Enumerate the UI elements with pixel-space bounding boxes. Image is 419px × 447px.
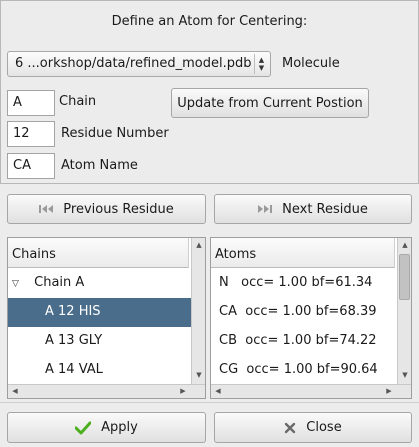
atom-row[interactable]: CA occ= 1.00 bf=68.39 (211, 298, 397, 327)
tree-row-a13-gly[interactable]: A 13 GLY (8, 327, 191, 356)
chains-horizontal-scrollbar[interactable]: ◀ ▶ (8, 384, 205, 398)
check-icon (75, 421, 92, 435)
scroll-down-icon[interactable]: ▼ (192, 368, 205, 382)
scroll-down-icon[interactable]: ▼ (398, 368, 411, 382)
action-separator (0, 402, 419, 403)
chains-tree[interactable]: Chains ▽ Chain A A 12 HIS A 13 GLY A 14 … (7, 237, 206, 399)
chains-column-header[interactable]: Chains (8, 238, 189, 268)
chain-input[interactable]: A (7, 90, 55, 116)
scroll-right-icon[interactable]: ▶ (176, 384, 190, 398)
next-residue-button[interactable]: Next Residue (214, 194, 412, 224)
previous-residue-label: Previous Residue (63, 201, 174, 217)
close-icon (284, 422, 296, 434)
next-icon (258, 204, 273, 214)
dialog-title: Define an Atom for Centering: (111, 14, 308, 29)
scroll-up-icon[interactable]: ▲ (192, 238, 205, 252)
next-residue-label: Next Residue (282, 201, 368, 217)
atoms-column-header[interactable]: Atoms (211, 238, 395, 268)
scroll-up-icon[interactable]: ▲ (398, 238, 411, 252)
update-button-label: Update from Current Postion (177, 95, 363, 111)
residue-label: A 13 GLY (45, 333, 103, 348)
scrollbar-thumb[interactable] (399, 254, 410, 300)
scroll-right-icon[interactable]: ▶ (382, 384, 396, 398)
residue-number-label: Residue Number (61, 126, 169, 141)
apply-label: Apply (101, 420, 138, 435)
atom-row[interactable]: CG occ= 1.00 bf=90.64 (211, 356, 397, 385)
molecule-combobox[interactable]: 6 ...orkshop/data/refined_model.pdb ▲ ▼ (7, 51, 271, 77)
tree-row-chain-a[interactable]: ▽ Chain A (8, 269, 191, 298)
residue-label: A 14 VAL (45, 362, 103, 377)
residue-number-input[interactable]: 12 (7, 121, 55, 147)
atom-name-label: Atom Name (61, 158, 138, 173)
previous-residue-button[interactable]: Previous Residue (7, 194, 206, 224)
atom-row[interactable]: N occ= 1.00 bf=61.34 (211, 269, 397, 298)
combo-arrows-icon: ▲ ▼ (254, 54, 268, 74)
atoms-list[interactable]: Atoms N occ= 1.00 bf=61.34 CA occ= 1.00 … (210, 237, 412, 399)
tree-row-a14-val[interactable]: A 14 VAL (8, 356, 191, 385)
atoms-horizontal-scrollbar[interactable]: ◀ ▶ (211, 384, 411, 398)
residue-label: A 12 HIS (45, 304, 101, 319)
apply-button[interactable]: Apply (7, 412, 206, 443)
atoms-vertical-scrollbar[interactable]: ▲ ▼ (397, 238, 411, 384)
tree-row-a12-his[interactable]: A 12 HIS (8, 298, 191, 327)
atom-row[interactable]: CB occ= 1.00 bf=74.22 (211, 327, 397, 356)
atom-name-input[interactable]: CA (7, 153, 55, 179)
molecule-label: Molecule (282, 56, 340, 71)
close-button[interactable]: Close (214, 412, 412, 443)
expander-down-icon[interactable]: ▽ (12, 279, 26, 289)
scroll-left-icon[interactable]: ◀ (8, 384, 22, 398)
chains-vertical-scrollbar[interactable]: ▲ ▼ (191, 238, 205, 384)
previous-icon (39, 204, 54, 214)
chain-label: Chain (59, 94, 97, 109)
close-label: Close (306, 420, 342, 435)
chain-a-label: Chain A (34, 275, 85, 290)
molecule-selected-value: 6 ...orkshop/data/refined_model.pdb (15, 56, 252, 71)
scroll-left-icon[interactable]: ◀ (211, 384, 225, 398)
update-from-current-position-button[interactable]: Update from Current Postion (171, 88, 369, 118)
